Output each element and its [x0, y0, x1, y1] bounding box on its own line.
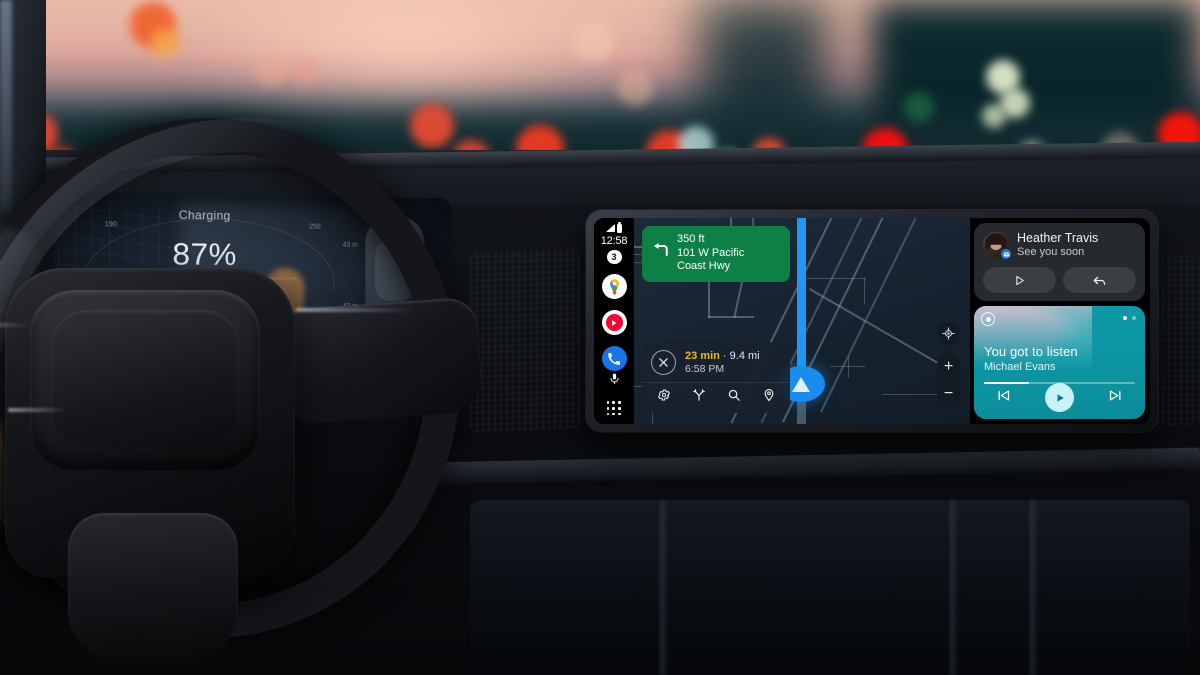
bokeh-light	[982, 104, 1006, 128]
bokeh-light	[290, 56, 320, 86]
media-player-card[interactable]: You got to listen Michael Evans	[974, 306, 1145, 419]
console-rib	[950, 500, 958, 675]
status-bar	[606, 222, 622, 234]
route-line	[797, 218, 806, 388]
reply-message-button[interactable]	[1063, 267, 1136, 293]
route-alternatives-icon[interactable]	[692, 388, 706, 407]
notification-rail: Heather Travis See you soon You got to l…	[970, 218, 1150, 424]
end-navigation-button[interactable]	[651, 350, 676, 375]
turn-left-icon	[650, 240, 670, 263]
console-rib	[1030, 500, 1038, 675]
eta-duration: 23 min	[685, 350, 720, 362]
map-road	[882, 394, 942, 396]
zoom-out-button[interactable]: −	[944, 386, 953, 402]
eta-summary: 23 min · 9.4 mi 6:58 PM	[642, 342, 790, 382]
media-track-title: You got to listen	[984, 344, 1078, 359]
center-console	[470, 500, 1190, 675]
steering-wheel-pad-inset	[52, 310, 238, 446]
bokeh-light	[904, 92, 934, 122]
eta-separator: ·	[719, 350, 730, 362]
settings-icon[interactable]	[657, 388, 671, 407]
steering-wheel-lower-spoke	[68, 513, 238, 663]
bokeh-light	[574, 22, 614, 62]
message-preview-text: See you soon	[1017, 246, 1085, 258]
maneuver-distance: 350 ft	[677, 233, 705, 245]
street-name-line1: 101 W Pacific	[677, 246, 745, 259]
media-app-badge-icon	[981, 312, 995, 326]
maneuver-text-block: 350 ft 101 W Pacific Coast Hwy	[677, 233, 744, 274]
map-road	[864, 278, 866, 304]
map-road	[820, 218, 936, 413]
message-actions	[983, 267, 1136, 293]
eta-card: 23 min · 9.4 mi 6:58 PM	[642, 342, 790, 413]
media-artist-name: Michael Evans	[984, 361, 1056, 373]
avatar	[983, 232, 1012, 260]
head-unit-screen: 12:58 3 350 ft 101 W Pacific Coast Hwy 2…	[594, 218, 1150, 424]
app-grid-icon[interactable]	[606, 401, 622, 416]
search-icon[interactable]	[727, 388, 741, 407]
map-road	[806, 278, 866, 280]
recenter-button[interactable]	[937, 322, 960, 345]
zoom-in-button[interactable]: +	[944, 358, 953, 375]
messaging-app-badge-icon	[1000, 248, 1012, 260]
steering-wheel-highlight	[0, 323, 30, 327]
signal-icon	[606, 224, 615, 233]
eta-duration-row: 23 min · 9.4 mi	[685, 350, 760, 362]
zoom-controls[interactable]: + −	[937, 353, 960, 408]
message-header: Heather Travis See you soon	[983, 231, 1136, 260]
steering-wheel-center-pad	[30, 290, 260, 470]
head-unit-bezel: 12:58 3 350 ft 101 W Pacific Coast Hwy 2…	[586, 210, 1158, 432]
phone-app-icon[interactable]	[601, 346, 627, 372]
message-text-block: Heather Travis See you soon	[1017, 231, 1098, 259]
notification-badge[interactable]: 3	[606, 249, 622, 265]
next-track-button[interactable]	[1108, 388, 1123, 408]
battery-icon	[617, 222, 622, 233]
play-message-button[interactable]	[983, 267, 1056, 293]
clock-label: 12:58	[600, 234, 628, 247]
navigation-maneuver-banner: 350 ft 101 W Pacific Coast Hwy	[642, 226, 790, 282]
media-transport-controls	[974, 383, 1145, 412]
steering-wheel-highlight	[296, 308, 416, 312]
heading-arrow-icon	[792, 376, 810, 392]
message-sender-name: Heather Travis	[1017, 231, 1099, 245]
bokeh-light	[255, 54, 287, 86]
youtube-music-glyph	[605, 314, 623, 332]
mic-icon[interactable]	[608, 371, 621, 392]
youtube-music-app-icon[interactable]	[601, 310, 627, 336]
page-dot-active	[1123, 316, 1127, 320]
steering-wheel-highlight	[8, 408, 68, 412]
maps-app-icon[interactable]	[601, 274, 627, 300]
eta-arrival-time: 6:58 PM	[685, 363, 725, 375]
bokeh-light	[617, 70, 653, 106]
page-dot	[1132, 316, 1136, 320]
eta-distance: 9.4 mi	[729, 350, 760, 362]
eta-action-bar	[642, 382, 790, 413]
bokeh-light	[150, 28, 180, 58]
place-pin-icon[interactable]	[762, 388, 776, 407]
steering-wheel-spoke-right	[286, 296, 484, 425]
map-road	[848, 356, 850, 378]
page-indicator-dots	[1123, 316, 1136, 320]
steering-wheel	[0, 118, 500, 675]
map-road	[708, 316, 754, 318]
play-pause-button[interactable]	[1045, 383, 1074, 412]
message-notification-card[interactable]: Heather Travis See you soon	[974, 223, 1145, 301]
previous-track-button[interactable]	[996, 388, 1011, 408]
street-name-line2: Coast Hwy	[677, 260, 731, 273]
sidebar-app-list	[601, 274, 627, 372]
car-interior-scene: 190 250 Charging 87% 43 m 42 m 41 m	[0, 0, 1200, 675]
map-pane[interactable]: 350 ft 101 W Pacific Coast Hwy 23 min · …	[634, 218, 970, 424]
android-auto-sidebar: 12:58 3	[594, 218, 634, 424]
steering-wheel-copper-trim	[0, 418, 2, 538]
console-rib	[660, 500, 668, 675]
eta-text-block: 23 min · 9.4 mi 6:58 PM	[685, 350, 760, 375]
